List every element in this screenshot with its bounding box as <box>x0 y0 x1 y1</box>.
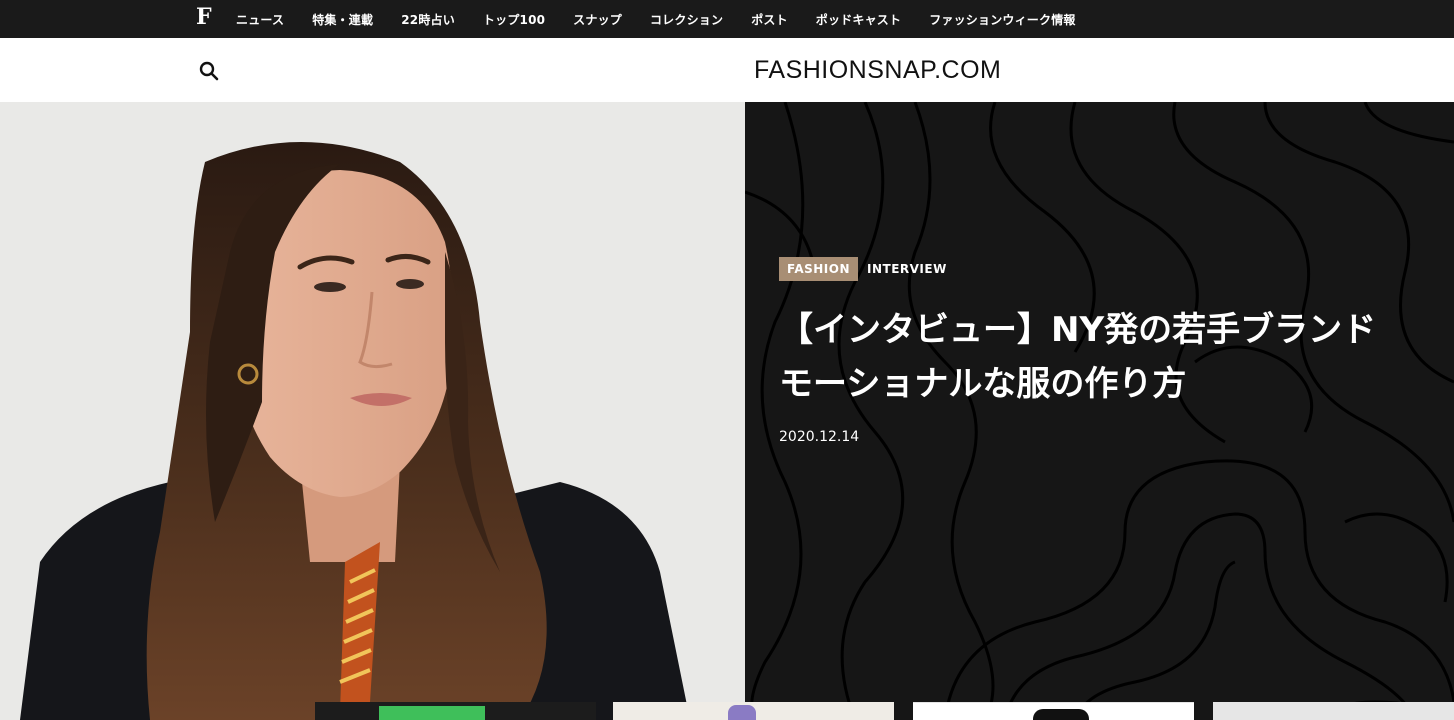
hero-title[interactable]: 【インタビュー】NY発の若手ブランド モーショナルな服の作り方 <box>779 303 1454 411</box>
hero-title-line-2: モーショナルな服の作り方 <box>779 364 1187 404</box>
site-header: FASHIONSNAP.COM <box>0 38 1454 102</box>
hero-text: FASHION INTERVIEW 【インタビュー】NY発の若手ブランド モーシ… <box>779 257 1454 445</box>
nav-item-horoscope[interactable]: 22時占い <box>401 11 455 28</box>
search-button[interactable] <box>196 58 222 84</box>
hero-text-panel[interactable]: FASHION INTERVIEW 【インタビュー】NY発の若手ブランド モーシ… <box>745 102 1454 720</box>
nav-item-news[interactable]: ニュース <box>236 11 284 28</box>
thumbnail-image <box>728 705 756 720</box>
hero-feature[interactable]: FASHION INTERVIEW 【インタビュー】NY発の若手ブランド モーシ… <box>0 102 1454 720</box>
nav-item-snap[interactable]: スナップ <box>573 11 622 28</box>
nav-item-collection[interactable]: コレクション <box>650 11 723 28</box>
category-tag[interactable]: FASHION <box>779 257 859 281</box>
portrait-illustration <box>0 102 745 720</box>
search-icon <box>199 61 219 81</box>
main-nav: ニュース 特集・連載 22時占い トップ100 スナップ コレクション ポスト … <box>236 0 1104 38</box>
thumbnail-image <box>379 706 485 720</box>
nav-item-top100[interactable]: トップ100 <box>483 11 545 28</box>
top-nav-bar: F ニュース 特集・連載 22時占い トップ100 スナップ コレクション ポス… <box>0 0 1454 38</box>
nav-item-fashion-week[interactable]: ファッションウィーク情報 <box>929 11 1075 28</box>
hero-image[interactable] <box>0 102 745 720</box>
site-brand-logo[interactable]: FASHIONSNAP.COM <box>754 55 1001 85</box>
article-thumbnail[interactable] <box>1213 702 1454 720</box>
hero-date: 2020.12.14 <box>779 429 860 445</box>
site-logo-f[interactable]: F <box>196 4 212 30</box>
article-thumbnail[interactable] <box>913 702 1194 720</box>
nav-item-post[interactable]: ポスト <box>751 11 788 28</box>
article-thumbnail[interactable] <box>613 702 894 720</box>
subcategory-tag[interactable]: INTERVIEW <box>867 262 947 276</box>
tag-row: FASHION INTERVIEW <box>779 257 1454 281</box>
nav-item-podcast[interactable]: ポッドキャスト <box>816 11 901 28</box>
article-thumbnail[interactable] <box>315 702 596 720</box>
hero-title-line-1: 【インタビュー】NY発の若手ブランド <box>779 310 1377 350</box>
thumbnail-image <box>1033 709 1089 720</box>
nav-item-features[interactable]: 特集・連載 <box>312 11 373 28</box>
